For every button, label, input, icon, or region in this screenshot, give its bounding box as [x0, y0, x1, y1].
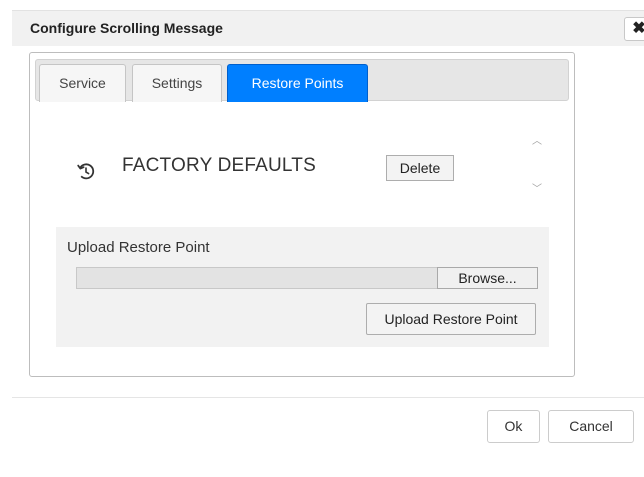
tab-service[interactable]: Service: [39, 64, 126, 102]
delete-button[interactable]: Delete: [386, 155, 454, 181]
upload-restore-point-section: Upload Restore Point Browse... Upload Re…: [56, 227, 549, 347]
close-icon: ✖: [632, 20, 644, 37]
file-input[interactable]: Browse...: [76, 267, 538, 289]
dialog-title: Configure Scrolling Message: [30, 20, 223, 36]
upload-label: Upload Restore Point: [67, 239, 210, 256]
restore-point-name: FACTORY DEFAULTS: [122, 155, 316, 176]
scroll-up-icon[interactable]: ︿: [528, 135, 546, 149]
configure-scrolling-message-dialog: Configure Scrolling Message ✖ Service Se…: [0, 0, 644, 477]
restore-points-list: FACTORY DEFAULTS Delete: [60, 137, 550, 197]
footer-divider: [12, 397, 644, 398]
dialog-titlebar: Configure Scrolling Message ✖: [12, 10, 644, 46]
tab-restore-points[interactable]: Restore Points: [227, 64, 368, 102]
cancel-button[interactable]: Cancel: [548, 410, 634, 443]
close-button[interactable]: ✖: [624, 17, 644, 41]
tab-settings[interactable]: Settings: [132, 64, 222, 102]
restore-icon: [77, 163, 95, 180]
content-panel: Service Settings Restore Points FACTORY …: [29, 52, 575, 377]
list-scrollbar[interactable]: ︿ ﹀: [528, 135, 546, 199]
upload-restore-point-button[interactable]: Upload Restore Point: [366, 303, 536, 335]
ok-button[interactable]: Ok: [487, 410, 540, 443]
tab-bar: Service Settings Restore Points: [35, 59, 569, 102]
scroll-down-icon[interactable]: ﹀: [528, 183, 546, 197]
browse-button[interactable]: Browse...: [437, 267, 538, 289]
